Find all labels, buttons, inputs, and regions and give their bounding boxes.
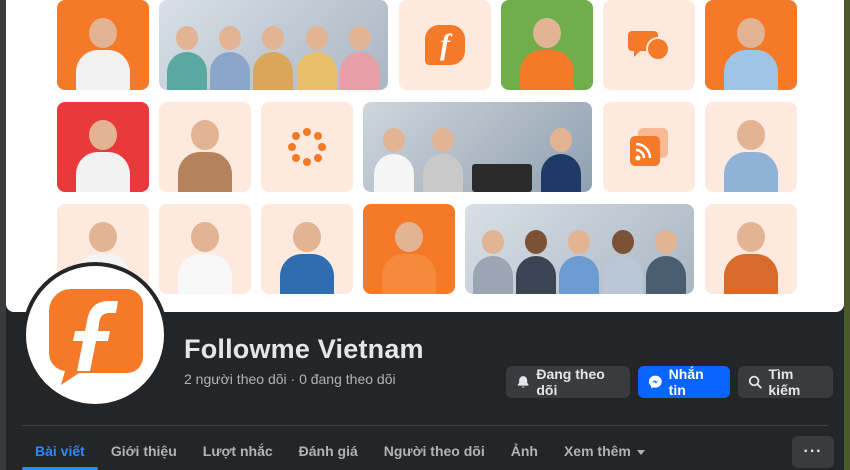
person-illustration xyxy=(76,120,130,192)
bell-icon xyxy=(517,376,529,388)
chat-bubbles-icon xyxy=(628,31,670,61)
rss-feed-icon xyxy=(630,128,668,166)
cover-tile-person xyxy=(159,102,251,192)
cover-tile-feed xyxy=(603,102,695,192)
person-illustration xyxy=(280,222,334,294)
page-root: f Followme Vietnam 2 người theo dõi · 0 … xyxy=(0,0,850,470)
tab-see-more[interactable]: Xem thêm xyxy=(551,432,658,470)
person-illustration xyxy=(724,222,778,294)
header-divider xyxy=(22,425,828,426)
group-illustration xyxy=(159,0,388,90)
person-illustration xyxy=(520,18,574,90)
cover-tile-person xyxy=(501,0,593,90)
cover-tile-person xyxy=(363,204,455,294)
person-illustration xyxy=(724,120,778,192)
tab-photos[interactable]: Ảnh xyxy=(498,432,551,470)
follower-stats[interactable]: 2 người theo dõi · 0 đang theo dõi xyxy=(184,371,396,387)
tab-followers[interactable]: Người theo dõi xyxy=(371,432,498,470)
person-illustration xyxy=(724,18,778,90)
person-illustration xyxy=(178,222,232,294)
search-button-label: Tìm kiếm xyxy=(768,366,801,398)
cover-tile-pattern xyxy=(261,102,353,192)
person-illustration xyxy=(382,222,436,294)
cover-tile-person xyxy=(705,204,797,294)
right-window-edge xyxy=(844,0,850,470)
tab-about[interactable]: Giới thiệu xyxy=(98,432,190,470)
tab-mentions[interactable]: Lượt nhắc xyxy=(190,432,286,470)
cover-tile-person xyxy=(57,0,149,90)
person-illustration xyxy=(178,120,232,192)
following-button-label: Đang theo dõi xyxy=(536,366,605,398)
page-title: Followme Vietnam xyxy=(184,334,424,364)
message-button[interactable]: Nhắn tin xyxy=(638,366,730,398)
profile-avatar[interactable] xyxy=(22,262,168,408)
messenger-icon xyxy=(648,375,662,389)
group-illustration xyxy=(465,204,694,294)
cover-tile-logo: f xyxy=(399,0,491,90)
flower-pattern-icon xyxy=(288,128,326,166)
page-tabs: Bài viết Giới thiệu Lượt nhắc Đánh giá N… xyxy=(22,432,658,470)
cover-tile-person xyxy=(261,204,353,294)
cover-tile-group-photo xyxy=(159,0,388,90)
search-button[interactable]: Tìm kiếm xyxy=(738,366,833,398)
person-illustration xyxy=(76,18,130,90)
tab-posts[interactable]: Bài viết xyxy=(22,432,98,470)
more-options-button[interactable]: ··· xyxy=(792,436,834,468)
caret-down-icon xyxy=(636,449,645,455)
cover-photo[interactable]: f xyxy=(6,0,844,312)
tab-see-more-label: Xem thêm xyxy=(563,443,631,459)
following-button[interactable]: Đang theo dõi xyxy=(506,366,630,398)
cover-tile-person xyxy=(57,102,149,192)
message-button-label: Nhắn tin xyxy=(668,366,704,398)
tab-reviews[interactable]: Đánh giá xyxy=(286,432,371,470)
group-illustration xyxy=(363,102,592,192)
cover-tile-person xyxy=(705,0,797,90)
cover-tile-chat xyxy=(603,0,695,90)
search-icon xyxy=(748,375,762,389)
cover-tile-person xyxy=(705,102,797,192)
cover-tile-person xyxy=(159,204,251,294)
cover-tile-meeting-photo xyxy=(465,204,694,294)
brand-logo-icon: f xyxy=(425,25,465,65)
brand-logo-icon xyxy=(48,289,143,385)
cover-tile-team-photo xyxy=(363,102,592,192)
